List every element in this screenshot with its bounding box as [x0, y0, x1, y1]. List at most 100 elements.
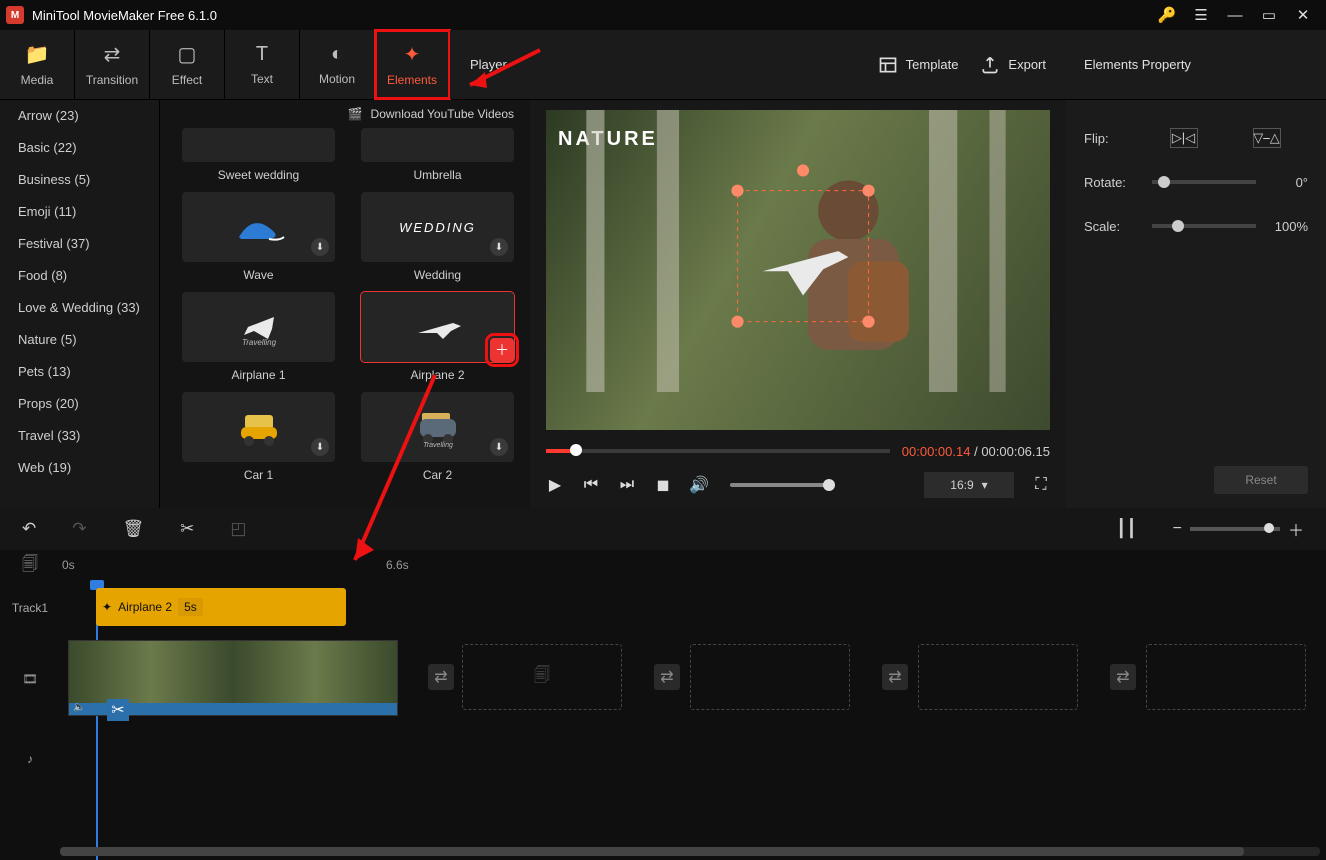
swap-icon: ⇄ [104, 42, 121, 67]
library-item[interactable]: Travelling Airplane 1 [182, 292, 335, 382]
download-youtube-link[interactable]: 🎬 Download YouTube Videos [160, 100, 530, 128]
flip-horizontal-button[interactable]: ▷|◁ [1170, 128, 1198, 148]
fullscreen-button[interactable]: ⛶ [1032, 476, 1050, 494]
library-item[interactable]: Travelling ⬇ Car 2 [361, 392, 514, 482]
download-icon[interactable]: ⬇ [490, 238, 508, 256]
library-item[interactable]: ⬇ Car 1 [182, 392, 335, 482]
library-item[interactable]: WEDDING ⬇ Wedding [361, 192, 514, 282]
aspect-ratio-select[interactable]: 16:9 ▾ [924, 472, 1014, 498]
timeline-ruler-row: 🗐 0s 6.6s [0, 550, 1326, 582]
category-love-wedding[interactable]: Love & Wedding (33) [0, 292, 159, 324]
category-props[interactable]: Props (20) [0, 388, 159, 420]
tab-motion[interactable]: ◐ Motion [300, 30, 375, 99]
close-button[interactable]: ✕ [1286, 0, 1320, 30]
download-icon[interactable]: ⬇ [311, 238, 329, 256]
split-marker-icon[interactable]: ✂ [107, 699, 129, 721]
menu-icon[interactable]: ☰ [1184, 0, 1218, 30]
category-arrow[interactable]: Arrow (23) [0, 100, 159, 132]
undo-button[interactable]: ↶ [22, 519, 36, 539]
tab-text[interactable]: T Text [225, 30, 300, 99]
scale-slider[interactable] [1152, 224, 1256, 228]
car-icon [229, 405, 289, 449]
media-drop-slot[interactable] [690, 644, 850, 710]
category-festival[interactable]: Festival (37) [0, 228, 159, 260]
export-button[interactable]: Export [980, 55, 1046, 75]
split-button[interactable]: ✂ [180, 519, 194, 539]
redo-button[interactable]: ↷ [72, 519, 86, 539]
tab-effect[interactable]: ▢ Effect [150, 30, 225, 99]
download-icon[interactable]: ⬇ [490, 438, 508, 456]
media-drop-slot[interactable] [918, 644, 1078, 710]
player-title: Player [470, 57, 507, 72]
volume-handle[interactable] [823, 479, 835, 491]
slider-handle[interactable] [1158, 176, 1170, 188]
zoom-slider[interactable] [1190, 527, 1280, 531]
category-web[interactable]: Web (19) [0, 452, 159, 484]
element-track-lane[interactable]: ✦ Airplane 2 5s [60, 582, 1326, 634]
reset-button[interactable]: Reset [1214, 466, 1308, 494]
category-basic[interactable]: Basic (22) [0, 132, 159, 164]
library-item[interactable]: Sweet wedding [182, 128, 335, 182]
timeline-media-icon[interactable]: 🗐 [0, 553, 60, 580]
snap-icon[interactable]: ┃┃ [1116, 519, 1136, 539]
video-clip[interactable]: 🔈 ✂ [68, 640, 398, 716]
volume-icon[interactable]: 🔊 [690, 476, 708, 494]
category-pets[interactable]: Pets (13) [0, 356, 159, 388]
delete-button[interactable]: 🗑 [123, 519, 145, 539]
element-clip[interactable]: ✦ Airplane 2 5s [96, 588, 346, 626]
template-button[interactable]: Template [878, 55, 959, 75]
minimize-button[interactable]: — [1218, 0, 1252, 30]
svg-text:Travelling: Travelling [423, 442, 453, 449]
tab-transition[interactable]: ⇄ Transition [75, 30, 150, 99]
audio-track-lane[interactable] [60, 724, 1326, 794]
tab-media[interactable]: 📁 Media [0, 30, 75, 99]
thumb-wave: ⬇ [182, 192, 335, 262]
video-preview[interactable]: NATURE [546, 110, 1050, 430]
category-travel[interactable]: Travel (33) [0, 420, 159, 452]
properties-panel: Flip: ▷|◁ ▽⎯△ Rotate: 0° Scale: 100% Res… [1066, 100, 1326, 508]
tab-label: Media [21, 73, 54, 87]
transition-slot-icon[interactable]: ⇄ [1110, 664, 1136, 690]
clip-name: Airplane 2 [118, 600, 172, 614]
timeline-tracks: Track1 ✦ Airplane 2 5s 🎞 🔈 ✂ ⇄ 🗐 ⇄ [0, 582, 1326, 860]
play-button[interactable]: ▶ [546, 476, 564, 494]
next-frame-button[interactable]: ⏭ [618, 476, 636, 494]
stop-button[interactable]: ◼ [654, 476, 672, 494]
video-track-lane[interactable]: 🔈 ✂ ⇄ 🗐 ⇄ ⇄ ⇄ [60, 634, 1326, 724]
timeline-ruler[interactable]: 0s 6.6s [60, 550, 1326, 582]
media-drop-slot[interactable] [1146, 644, 1306, 710]
add-to-timeline-button[interactable]: ＋ [490, 338, 514, 362]
license-key-icon[interactable]: 🔑 [1150, 0, 1184, 30]
track-label: Track1 [0, 601, 60, 615]
slider-handle[interactable] [1172, 220, 1184, 232]
category-emoji[interactable]: Emoji (11) [0, 196, 159, 228]
category-business[interactable]: Business (5) [0, 164, 159, 196]
scrub-bar[interactable]: 00:00:00.14 / 00:00:06.15 [546, 442, 1050, 460]
zoom-in-button[interactable]: ＋ [1288, 517, 1304, 541]
volume-slider[interactable] [730, 483, 830, 487]
library-item-label: Airplane 2 [361, 368, 514, 382]
crop-button[interactable]: ◰ [230, 519, 246, 539]
transition-slot-icon[interactable]: ⇄ [654, 664, 680, 690]
prev-frame-button[interactable]: ⏮ [582, 476, 600, 494]
transition-slot-icon[interactable]: ⇄ [882, 664, 908, 690]
category-nature[interactable]: Nature (5) [0, 324, 159, 356]
timeline-scrollbar[interactable] [60, 847, 1320, 856]
zoom-handle[interactable] [1264, 523, 1274, 533]
library-item[interactable]: ⬇ Wave [182, 192, 335, 282]
media-drop-slot[interactable]: 🗐 [462, 644, 622, 710]
timeline-scrollbar-handle[interactable] [60, 847, 1244, 856]
rotate-slider[interactable] [1152, 180, 1256, 184]
maximize-button[interactable]: ▭ [1252, 0, 1286, 30]
download-icon[interactable]: ⬇ [311, 438, 329, 456]
library-item[interactable]: ＋ Airplane 2 [361, 292, 514, 382]
category-food[interactable]: Food (8) [0, 260, 159, 292]
tab-elements[interactable]: ✦ Elements [375, 30, 450, 99]
zoom-out-button[interactable]: − [1173, 520, 1182, 538]
library-item[interactable]: Umbrella [361, 128, 514, 182]
transition-slot-icon[interactable]: ⇄ [428, 664, 454, 690]
scrub-handle[interactable] [570, 444, 582, 456]
flip-vertical-button[interactable]: ▽⎯△ [1253, 128, 1281, 148]
speaker-icon[interactable]: 🔈 [73, 702, 87, 716]
svg-text:Travelling: Travelling [241, 338, 276, 347]
